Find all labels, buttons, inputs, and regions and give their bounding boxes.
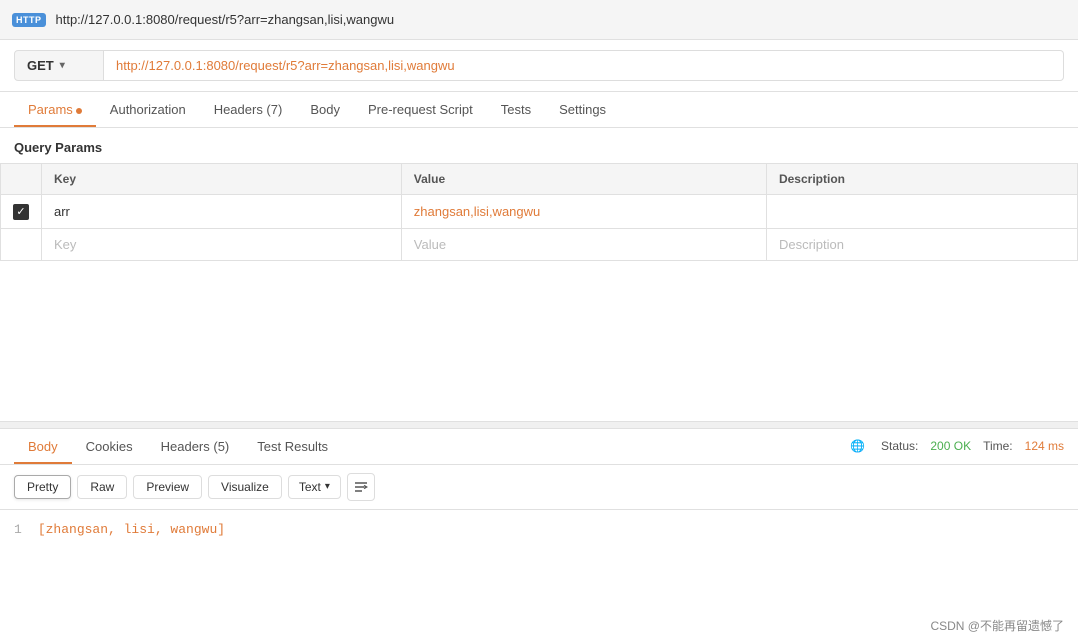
chevron-down-icon: ▾ bbox=[325, 481, 330, 492]
response-code-area: 1 [zhangsan, lisi, wangwu] bbox=[0, 510, 1078, 570]
tab-settings[interactable]: Settings bbox=[545, 92, 620, 127]
row-checkbox[interactable] bbox=[1, 195, 42, 229]
empty-checkbox[interactable] bbox=[1, 228, 42, 260]
query-params-title: Query Params bbox=[0, 128, 1078, 163]
resp-tab-headers[interactable]: Headers (5) bbox=[147, 429, 244, 464]
preview-button[interactable]: Preview bbox=[133, 475, 202, 499]
globe-icon: 🌐 bbox=[850, 439, 865, 453]
request-tabs-bar: Params Authorization Headers (7) Body Pr… bbox=[0, 92, 1078, 128]
visualize-button[interactable]: Visualize bbox=[208, 475, 282, 499]
table-row-empty: Key Value Description bbox=[1, 228, 1078, 260]
tab-params[interactable]: Params bbox=[14, 92, 96, 127]
empty-space bbox=[0, 261, 1078, 421]
tab-headers[interactable]: Headers (7) bbox=[200, 92, 297, 127]
tab-prerequest[interactable]: Pre-request Script bbox=[354, 92, 487, 127]
row-desc[interactable] bbox=[766, 195, 1077, 229]
text-format-dropdown[interactable]: Text ▾ bbox=[288, 475, 341, 499]
status-label: Status: bbox=[881, 439, 918, 453]
method-select[interactable]: GET ▾ bbox=[14, 50, 104, 81]
table-row: arr zhangsan,lisi,wangwu bbox=[1, 195, 1078, 229]
checkbox-checked-icon bbox=[13, 204, 29, 220]
url-input[interactable] bbox=[104, 50, 1064, 81]
line-number: 1 bbox=[14, 522, 22, 537]
http-icon: HTTP bbox=[12, 13, 46, 27]
response-code: [zhangsan, lisi, wangwu] bbox=[38, 522, 225, 537]
time-value: 124 ms bbox=[1025, 439, 1064, 453]
row-key[interactable]: arr bbox=[42, 195, 402, 229]
response-tabs-left: Body Cookies Headers (5) Test Results bbox=[14, 429, 342, 464]
col-desc-header: Description bbox=[766, 164, 1077, 195]
resp-tab-testresults[interactable]: Test Results bbox=[243, 429, 342, 464]
col-key-header: Key bbox=[42, 164, 402, 195]
raw-button[interactable]: Raw bbox=[77, 475, 127, 499]
empty-desc[interactable]: Description bbox=[766, 228, 1077, 260]
params-table: Key Value Description arr zhangsan,lisi,… bbox=[0, 163, 1078, 261]
title-bar: HTTP http://127.0.0.1:8080/request/r5?ar… bbox=[0, 0, 1078, 40]
empty-key[interactable]: Key bbox=[42, 228, 402, 260]
tab-authorization[interactable]: Authorization bbox=[96, 92, 200, 127]
status-value: 200 OK bbox=[930, 439, 971, 453]
watermark: CSDN @不能再留遗憾了 bbox=[930, 617, 1064, 634]
text-format-label: Text bbox=[299, 480, 321, 494]
response-status-area: 🌐 Status: 200 OK Time: 124 ms bbox=[850, 439, 1064, 453]
request-bar: GET ▾ bbox=[0, 40, 1078, 92]
tab-tests[interactable]: Tests bbox=[487, 92, 545, 127]
col-checkbox bbox=[1, 164, 42, 195]
row-value[interactable]: zhangsan,lisi,wangwu bbox=[401, 195, 766, 229]
resp-tab-cookies[interactable]: Cookies bbox=[72, 429, 147, 464]
resp-tab-body[interactable]: Body bbox=[14, 429, 72, 464]
time-label: Time: bbox=[983, 439, 1013, 453]
format-bar: Pretty Raw Preview Visualize Text ▾ bbox=[0, 465, 1078, 510]
pretty-button[interactable]: Pretty bbox=[14, 475, 71, 499]
response-tabs-bar: Body Cookies Headers (5) Test Results 🌐 … bbox=[0, 429, 1078, 465]
wrap-icon[interactable] bbox=[347, 473, 375, 501]
section-divider bbox=[0, 421, 1078, 429]
tab-body[interactable]: Body bbox=[296, 92, 354, 127]
chevron-down-icon: ▾ bbox=[60, 60, 65, 71]
method-label: GET bbox=[27, 58, 54, 73]
params-dot bbox=[76, 108, 82, 114]
title-url: http://127.0.0.1:8080/request/r5?arr=zha… bbox=[56, 12, 395, 27]
empty-value[interactable]: Value bbox=[401, 228, 766, 260]
col-value-header: Value bbox=[401, 164, 766, 195]
